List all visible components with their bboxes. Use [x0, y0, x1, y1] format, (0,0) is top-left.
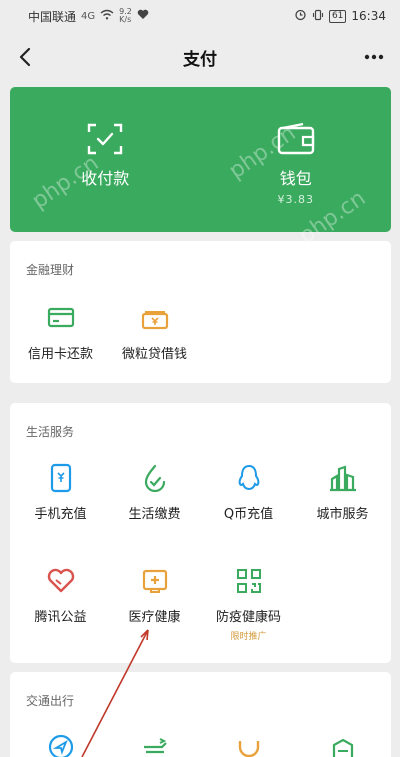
annotation-arrow: [81, 629, 149, 757]
